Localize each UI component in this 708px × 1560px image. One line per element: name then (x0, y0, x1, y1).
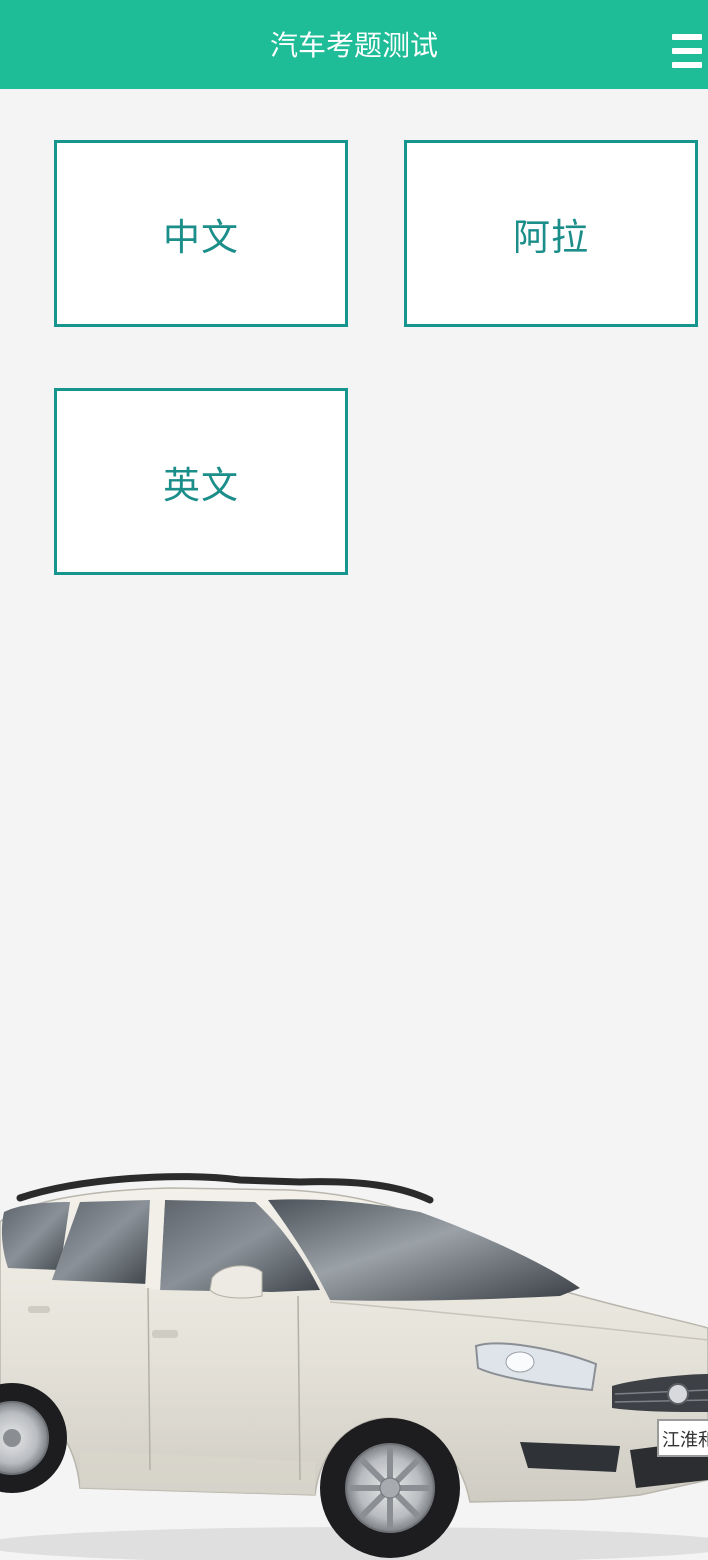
menu-bar-line (672, 34, 702, 40)
language-label: 阿拉 (513, 215, 589, 259)
menu-bar-line (672, 62, 702, 68)
page-title: 汽车考题测试 (269, 29, 438, 62)
language-option-arabic[interactable]: 阿拉 (404, 140, 698, 327)
language-label: 英文 (163, 463, 239, 507)
language-option-chinese[interactable]: 中文 (54, 140, 348, 327)
language-option-english[interactable]: 英文 (54, 388, 348, 575)
car-image: 江淮和悦 (0, 1173, 708, 1560)
plate-text: 江淮和悦 (662, 1430, 708, 1451)
header-bar: 汽车考题测试 (0, 0, 708, 89)
language-label: 中文 (163, 215, 239, 259)
hamburger-menu-icon[interactable] (664, 30, 708, 76)
menu-bar-line (672, 48, 702, 54)
